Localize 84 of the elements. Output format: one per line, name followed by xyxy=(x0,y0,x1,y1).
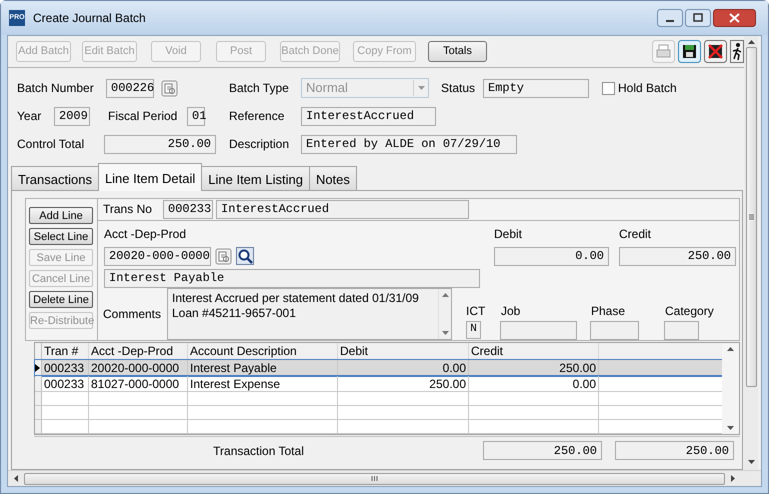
control-total-field[interactable]: 250.00 xyxy=(104,134,216,154)
grip-icon xyxy=(371,476,378,481)
field-label: Comments xyxy=(103,306,162,323)
table-cell: 000233 xyxy=(42,360,89,375)
field-label: Category xyxy=(664,302,714,320)
horizontal-scrollbar[interactable] xyxy=(8,470,761,486)
batch-number-field[interactable]: 000226 xyxy=(106,78,154,98)
comments-textarea[interactable]: Interest Accrued per statement dated 01/31/09 Loan #45211-9657-001 xyxy=(167,288,452,340)
scroll-down-icon[interactable] xyxy=(727,426,734,430)
maximize-button[interactable] xyxy=(685,9,711,27)
row-selector[interactable] xyxy=(35,360,42,375)
field-label: Credit xyxy=(619,226,652,243)
tab[interactable]: Line Item Detail xyxy=(98,163,202,191)
table-cell: 250.00 xyxy=(338,376,469,391)
minimize-button[interactable] xyxy=(657,9,683,27)
row-pointer-icon xyxy=(35,364,40,372)
scroll-up-icon[interactable] xyxy=(727,347,734,351)
save-icon[interactable] xyxy=(678,40,701,63)
field-label: ICT xyxy=(466,302,486,320)
hold-batch-checkbox[interactable] xyxy=(602,82,615,94)
cancel-icon[interactable] xyxy=(704,40,727,63)
window-title: Create Journal Batch xyxy=(33,10,146,27)
scroll-down-icon[interactable] xyxy=(442,330,448,335)
table-cell: 250.00 xyxy=(469,360,599,375)
vertical-scrollbar[interactable] xyxy=(744,36,758,470)
scroll-left-icon[interactable] xyxy=(14,475,18,482)
search-icon[interactable] xyxy=(236,247,254,266)
phase-field[interactable] xyxy=(590,320,639,340)
field-label: Debit xyxy=(494,226,524,243)
debit-field[interactable]: 0.00 xyxy=(494,246,609,266)
tab[interactable]: Notes xyxy=(308,166,357,190)
table-cell: 000233 xyxy=(42,376,89,391)
field-label: Status xyxy=(441,80,476,97)
grid-row[interactable]: 000233 20020-000-0000 Interest Payable 0.00 250.00 xyxy=(35,360,722,376)
field-label: Transaction Total xyxy=(213,444,304,458)
lookup-icon[interactable] xyxy=(215,248,232,265)
line-action-button[interactable]: Add Line xyxy=(29,207,93,224)
tab[interactable]: Line Item Listing xyxy=(201,166,310,190)
table-cell: Interest Payable xyxy=(188,360,338,375)
line-action-button[interactable]: Select Line xyxy=(29,228,93,245)
table-cell: 20020-000-0000 xyxy=(89,360,188,375)
job-field[interactable] xyxy=(500,320,577,340)
credit-field[interactable]: 250.00 xyxy=(619,246,736,266)
close-button[interactable] xyxy=(713,9,756,27)
grip-icon xyxy=(748,214,754,220)
description-field[interactable]: Entered by ALDE on 07/29/10 xyxy=(301,134,517,154)
table-cell: 0.00 xyxy=(469,376,599,391)
trans-description-field[interactable]: InterestAccrued xyxy=(216,200,469,219)
field-label: Trans No xyxy=(103,201,153,218)
total-credit-field[interactable]: 250.00 xyxy=(615,441,734,460)
lookup-icon[interactable] xyxy=(161,80,178,96)
scroll-up-icon[interactable] xyxy=(748,40,754,44)
field-label: Acct -Dep-Prod xyxy=(104,226,188,243)
dropdown-arrow-icon xyxy=(418,86,424,90)
account-name-field[interactable]: Interest Payable xyxy=(104,268,480,288)
year-field[interactable]: 2009 xyxy=(54,106,90,126)
table-cell: Interest Expense xyxy=(188,376,338,391)
scroll-down-icon[interactable] xyxy=(748,460,754,464)
status-field[interactable]: Empty xyxy=(483,78,589,98)
ict-field[interactable]: N xyxy=(466,320,481,339)
category-field[interactable] xyxy=(664,320,699,340)
total-debit-field[interactable]: 250.00 xyxy=(483,441,602,460)
scroll-up-icon[interactable] xyxy=(442,292,448,297)
table-cell: 81027-000-0000 xyxy=(89,376,188,391)
exit-icon[interactable] xyxy=(730,40,744,63)
field-label: Fiscal Period xyxy=(108,108,178,125)
field-label: Description xyxy=(229,136,290,153)
field-label: Hold Batch xyxy=(618,81,677,95)
field-label: Batch Number xyxy=(17,80,95,97)
field-label: Job xyxy=(500,302,522,320)
line-action-button[interactable]: Delete Line xyxy=(29,291,93,308)
field-label: Reference xyxy=(229,108,286,125)
toolbar-button[interactable]: Totals xyxy=(428,41,487,62)
scroll-right-icon[interactable] xyxy=(731,475,735,482)
account-field[interactable]: 20020-000-0000 xyxy=(104,246,211,266)
trans-no-field[interactable]: 000233 xyxy=(163,200,213,219)
field-label: Year xyxy=(17,108,42,125)
reference-field[interactable]: InterestAccrued xyxy=(301,106,436,126)
fiscal-period-field[interactable]: 01 xyxy=(187,106,205,126)
field-label: Batch Type xyxy=(229,80,290,97)
tab[interactable]: Transactions xyxy=(11,166,99,190)
table-cell: 0.00 xyxy=(338,360,469,375)
field-label: Phase xyxy=(590,302,626,320)
field-label: Control Total xyxy=(17,136,86,153)
